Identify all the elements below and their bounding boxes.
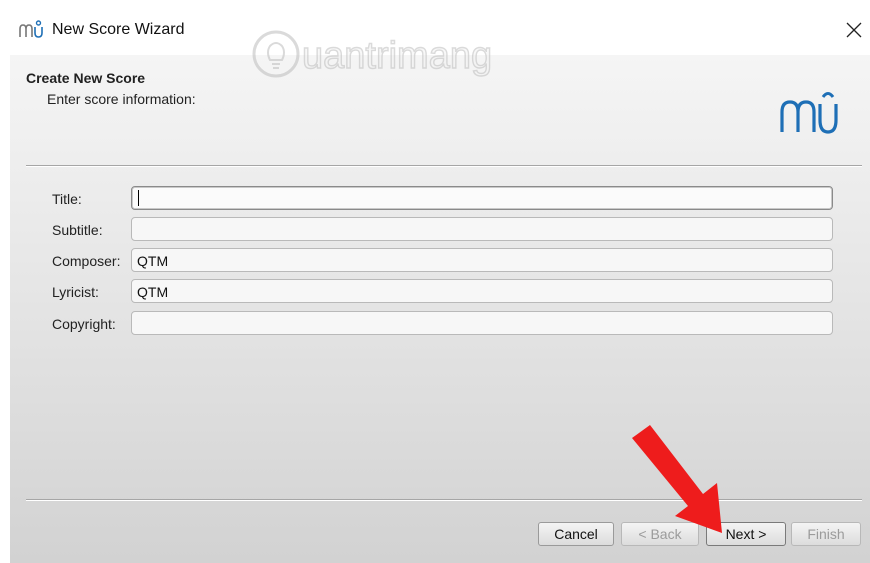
- composer-value: QTM: [137, 253, 169, 269]
- lyricist-field[interactable]: QTM: [131, 279, 833, 303]
- watermark-logo: uantrimang: [252, 30, 493, 78]
- lyricist-label: Lyricist:: [52, 284, 99, 300]
- header-separator: [26, 165, 862, 167]
- composer-label: Composer:: [52, 253, 121, 269]
- copyright-label: Copyright:: [52, 316, 116, 332]
- wizard-page: Create New Score Enter score information…: [10, 55, 870, 563]
- form-row-copyright: Copyright:: [10, 309, 870, 339]
- text-caret: [138, 190, 139, 206]
- finish-button[interactable]: Finish: [791, 522, 861, 546]
- subtitle-label: Subtitle:: [52, 222, 103, 238]
- watermark-text: uantrimang: [302, 35, 492, 77]
- close-icon: [846, 22, 862, 38]
- close-button[interactable]: [838, 14, 870, 46]
- form-row-lyricist: Lyricist: QTM: [10, 277, 870, 307]
- page-subtitle: Enter score information:: [47, 91, 196, 107]
- musescore-logo: [780, 92, 838, 134]
- title-field[interactable]: [131, 186, 833, 210]
- lyricist-value: QTM: [137, 284, 169, 300]
- form-row-composer: Composer: QTM: [10, 246, 870, 276]
- form-row-subtitle: Subtitle:: [10, 215, 870, 245]
- back-button[interactable]: < Back: [621, 522, 699, 546]
- composer-field[interactable]: QTM: [131, 248, 833, 272]
- form-row-title: Title:: [10, 184, 870, 214]
- next-button[interactable]: Next >: [706, 522, 786, 546]
- footer-separator: [26, 499, 862, 501]
- cancel-button[interactable]: Cancel: [538, 522, 614, 546]
- subtitle-field[interactable]: [131, 217, 833, 241]
- copyright-field[interactable]: [131, 311, 833, 335]
- window-title: New Score Wizard: [52, 21, 185, 38]
- title-label: Title:: [52, 191, 82, 207]
- page-title: Create New Score: [26, 70, 146, 86]
- musescore-app-icon: [19, 20, 43, 38]
